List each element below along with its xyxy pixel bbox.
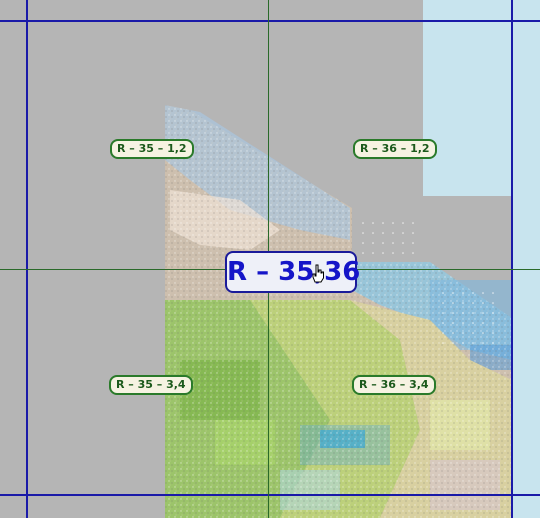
selected-sheet-label[interactable]: R – 35,36 — [225, 251, 360, 293]
grid-line-horizontal-bottom — [0, 494, 540, 496]
sheet-label-r36-12[interactable]: R – 36 – 1,2 — [353, 139, 437, 159]
sea-area — [423, 0, 540, 196]
grid-line-vertical-left — [26, 0, 28, 518]
sheet-label-r35-34[interactable]: R – 35 – 3,4 — [109, 375, 193, 395]
grid-line-vertical-right — [511, 0, 513, 518]
sheet-label-r35-12[interactable]: R – 35 – 1,2 — [110, 139, 194, 159]
map-viewport[interactable]: R – 35 – 1,2 R – 36 – 1,2 R – 35 – 3,4 R… — [0, 0, 540, 518]
sheet-label-r36-34[interactable]: R – 36 – 3,4 — [352, 375, 436, 395]
grid-line-horizontal-top — [0, 20, 540, 22]
hand-pointer-icon — [312, 264, 324, 283]
